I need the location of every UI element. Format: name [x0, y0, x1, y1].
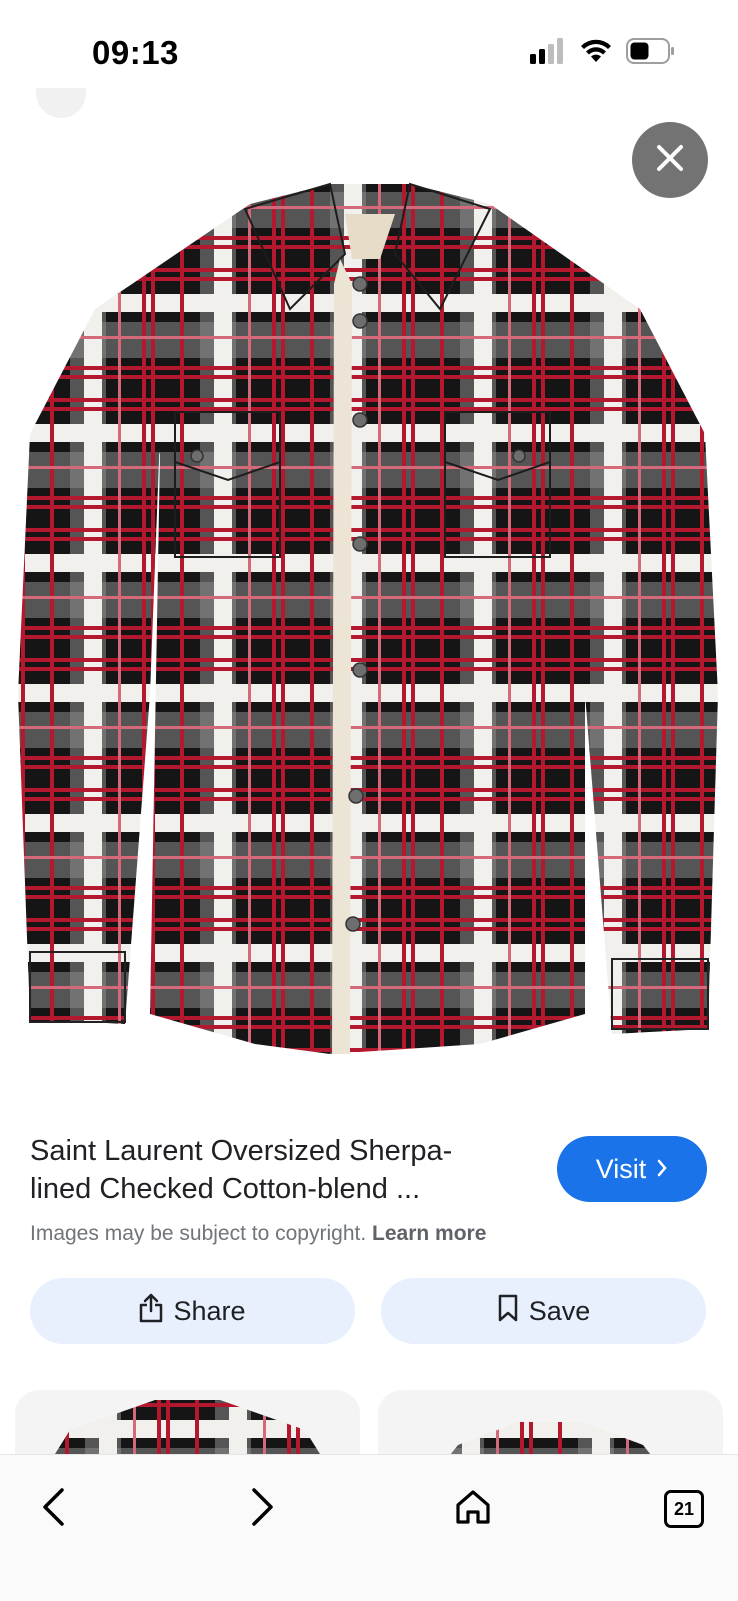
- bottom-navigation: 21: [0, 1454, 738, 1601]
- copyright-text: Images may be subject to copyright.: [30, 1222, 367, 1245]
- home-icon: [454, 1488, 492, 1531]
- status-icons: [530, 37, 676, 69]
- share-button[interactable]: Share: [30, 1278, 355, 1344]
- chevron-left-icon: [40, 1487, 66, 1532]
- home-button[interactable]: [445, 1481, 501, 1537]
- status-time: 09:13: [92, 34, 179, 71]
- chevron-right-icon: [656, 1154, 668, 1185]
- visit-label: Visit: [595, 1153, 647, 1184]
- result-title[interactable]: Saint Laurent Oversized Sherpa-lined Che…: [30, 1132, 510, 1208]
- product-image: [18, 182, 718, 1054]
- image-viewer[interactable]: [0, 134, 738, 1114]
- battery-icon: [626, 37, 676, 69]
- learn-more-link[interactable]: Learn more: [372, 1222, 486, 1245]
- save-label: Save: [528, 1295, 591, 1326]
- forward-button[interactable]: [235, 1481, 291, 1537]
- save-button[interactable]: Save: [381, 1278, 706, 1344]
- status-bar: 09:13: [0, 0, 738, 110]
- chevron-right-icon: [250, 1487, 276, 1532]
- copyright-notice: Images may be subject to copyright. Lear…: [30, 1222, 486, 1246]
- close-button[interactable]: [632, 122, 708, 198]
- partial-avatar: [36, 88, 86, 118]
- wifi-icon: [580, 38, 612, 69]
- share-icon: [139, 1293, 163, 1330]
- back-button[interactable]: [25, 1481, 81, 1537]
- close-icon: [655, 143, 685, 178]
- tabs-button[interactable]: 21: [656, 1481, 712, 1537]
- result-info: Saint Laurent Oversized Sherpa-lined Che…: [30, 1132, 510, 1208]
- visit-button[interactable]: Visit: [557, 1136, 707, 1202]
- cellular-signal-icon: [530, 37, 566, 69]
- bookmark-icon: [497, 1294, 519, 1329]
- share-label: Share: [173, 1295, 246, 1326]
- tab-count: 21: [664, 1490, 704, 1528]
